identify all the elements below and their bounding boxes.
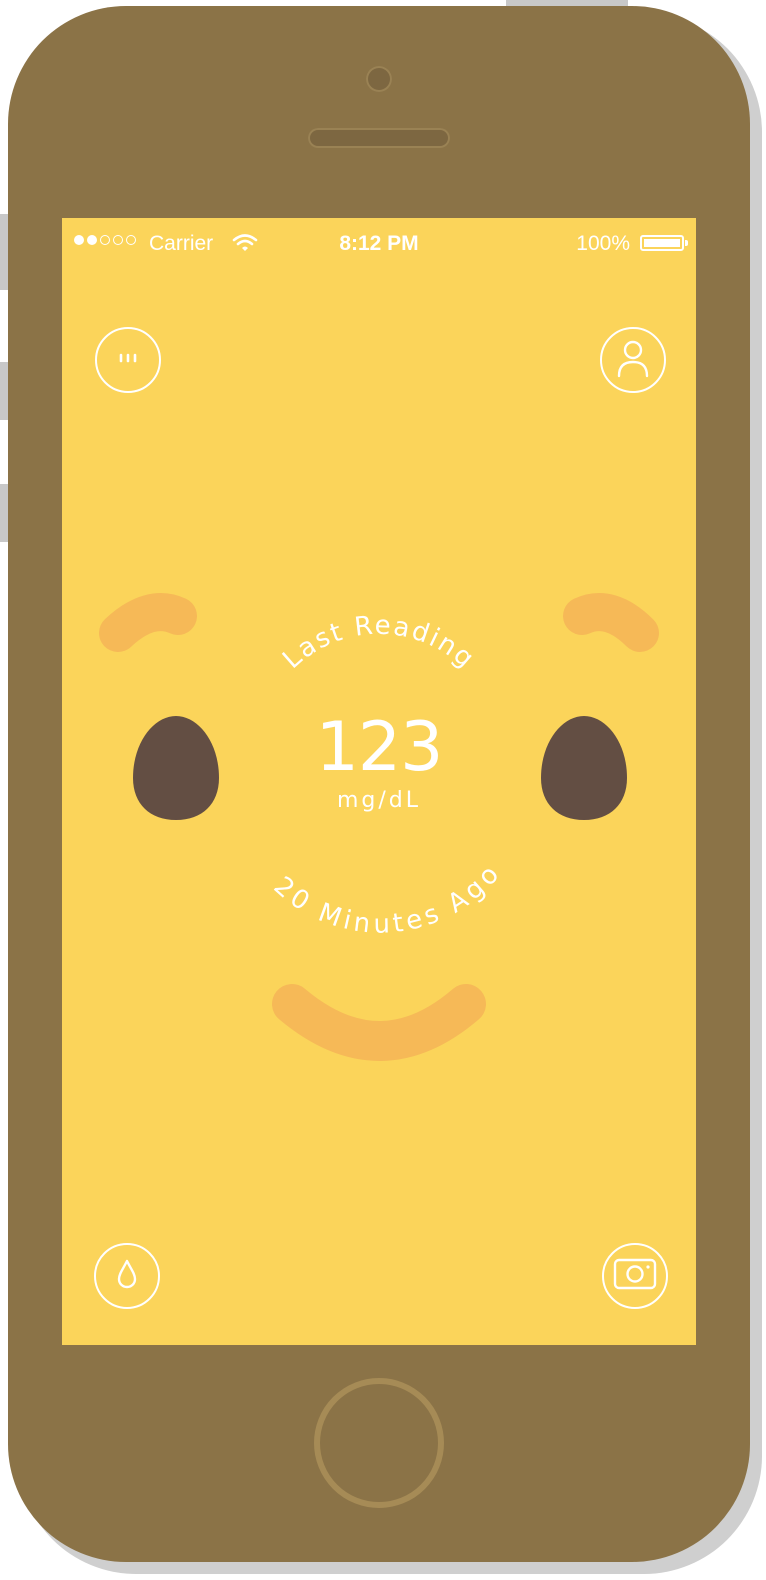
home-button[interactable] (314, 1378, 444, 1508)
glucose-reading-value: 123 (315, 708, 444, 787)
front-camera (366, 66, 392, 92)
svg-text:20 Minutes Ago: 20 Minutes Ago (267, 859, 506, 940)
camera-button[interactable] (602, 1243, 668, 1309)
app-screen: Carrier 8:12 PM 100% Last Reading 20 Min… (62, 218, 696, 1345)
device-stage: Carrier 8:12 PM 100% Last Reading 20 Min… (0, 0, 766, 1580)
log-reading-button[interactable] (94, 1243, 160, 1309)
earpiece-speaker (308, 128, 450, 148)
last-reading-label: Last Reading (277, 611, 479, 675)
blood-drop-icon (115, 1258, 139, 1295)
reading-time-ago-label: 20 Minutes Ago (267, 859, 504, 940)
glucose-reading-unit: mg/dL (336, 788, 422, 813)
svg-text:Last Reading: Last Reading (277, 611, 481, 675)
camera-icon (613, 1257, 657, 1296)
